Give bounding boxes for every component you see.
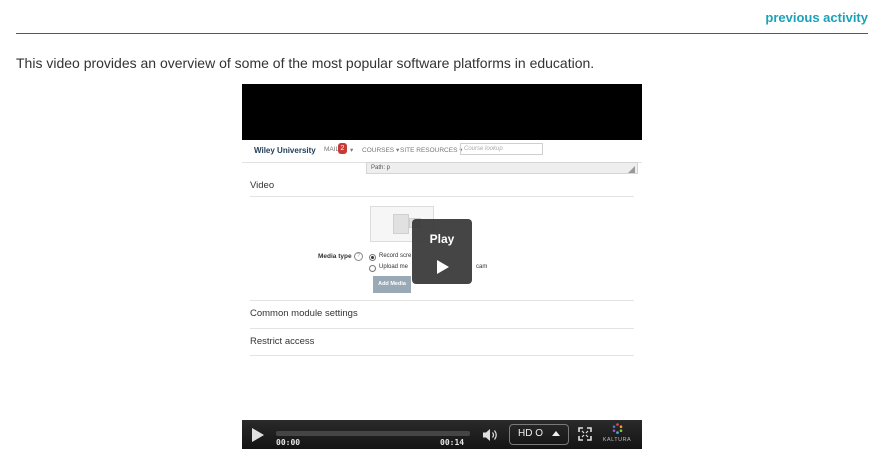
frame-mail-caret-icon: ▾ — [350, 147, 354, 154]
frame-courses-label: COURSES ▾ — [362, 147, 400, 154]
play-icon — [437, 260, 449, 274]
frame-brand: Wiley University — [254, 146, 316, 155]
frame-divider — [250, 328, 634, 329]
current-time: 00:00 — [276, 438, 301, 447]
frame-section-restrict: Restrict access — [250, 336, 315, 347]
frame-site-resources-label: SITE RESOURCES ▾ — [400, 147, 463, 154]
frame-divider — [250, 355, 634, 356]
video-frame-screenshot: Wiley University MAIL 2 ▾ COURSES ▾ SITE… — [242, 140, 642, 447]
intro-text: This video provides an overview of some … — [16, 55, 595, 71]
frame-option-upload-suffix: cam — [476, 264, 488, 270]
kaltura-flower-icon — [612, 423, 623, 434]
frame-option-upload: Upload me — [379, 264, 409, 270]
frame-section-video: Video — [250, 180, 275, 191]
top-bar: previous activity — [16, 0, 868, 34]
kaltura-logo[interactable]: KALTURA — [600, 422, 634, 447]
volume-icon[interactable] — [482, 428, 500, 442]
frame-media-type-label: Media type — [318, 253, 352, 260]
duration: 00:14 — [440, 438, 465, 447]
previous-activity-link[interactable]: previous activity — [765, 10, 868, 25]
frame-radio-upload — [369, 265, 376, 272]
play-button[interactable] — [252, 428, 264, 442]
frame-divider — [250, 300, 634, 301]
help-icon: ? — [354, 252, 363, 261]
frame-radio-record — [369, 254, 376, 261]
frame-path-box: Path: p — [366, 162, 638, 174]
frame-add-media-button: Add Media — [373, 276, 411, 293]
play-overlay-button[interactable]: Play — [412, 219, 472, 284]
frame-path-label: Path: p — [371, 165, 391, 171]
video-player[interactable]: Wiley University MAIL 2 ▾ COURSES ▾ SITE… — [242, 84, 642, 449]
document-icon — [393, 214, 409, 234]
frame-mail-badge: 2 — [338, 143, 347, 154]
play-label: Play — [429, 232, 455, 246]
frame-section-common: Common module settings — [250, 308, 358, 319]
kaltura-logo-text: KALTURA — [602, 437, 632, 443]
frame-course-lookup: Course lookup — [460, 143, 543, 155]
frame-option-record: Record scre — [379, 253, 412, 259]
frame-mail-label: MAIL — [324, 146, 340, 153]
quality-label: HD O — [518, 428, 543, 439]
fullscreen-icon[interactable] — [578, 427, 592, 441]
quality-selector[interactable]: HD O — [509, 424, 569, 445]
frame-navbar: Wiley University MAIL 2 ▾ COURSES ▾ SITE… — [242, 140, 642, 163]
caret-up-icon — [552, 431, 560, 436]
frame-divider — [250, 196, 634, 197]
resize-handle-icon — [628, 166, 635, 173]
player-controls: 00:00 00:14 HD O KALTURA — [242, 420, 642, 449]
progress-bar[interactable] — [276, 431, 470, 436]
